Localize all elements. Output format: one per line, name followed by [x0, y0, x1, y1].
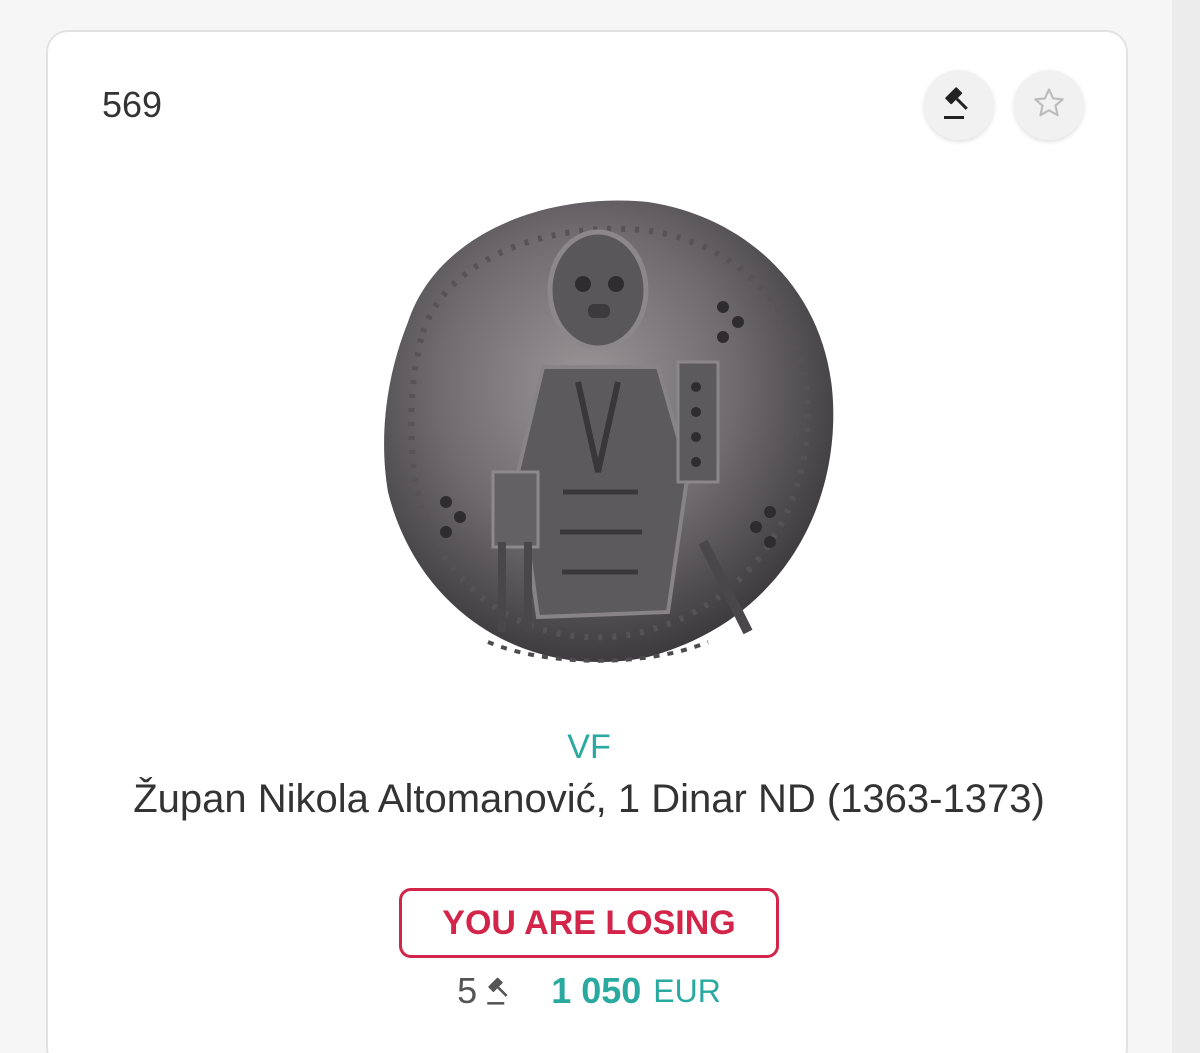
grade-label: VF [567, 728, 611, 766]
currency: EUR [653, 972, 721, 1009]
gavel-icon [939, 83, 979, 128]
star-outline-icon [1030, 84, 1068, 127]
bid-button[interactable] [924, 70, 994, 140]
lot-number: 569 [102, 84, 163, 125]
lot-card[interactable]: 569 VF Župan Nikola Altomanović, 1 Dinar… [46, 30, 1128, 1053]
status-badge: YOU ARE LOSING [399, 888, 779, 958]
bid-summary: 5 1 050 EUR [48, 966, 1130, 1016]
coin-image[interactable] [348, 172, 848, 672]
bid-count: 5 [457, 970, 478, 1011]
gavel-icon [483, 974, 517, 1008]
lot-title[interactable]: Župan Nikola Altomanović, 1 Dinar ND (13… [108, 774, 1070, 824]
current-price: 1 050 [551, 970, 642, 1011]
favorite-button[interactable] [1014, 70, 1084, 140]
page: 569 VF Župan Nikola Altomanović, 1 Dinar… [0, 0, 1200, 1053]
scrollbar-track[interactable] [1172, 0, 1200, 1053]
